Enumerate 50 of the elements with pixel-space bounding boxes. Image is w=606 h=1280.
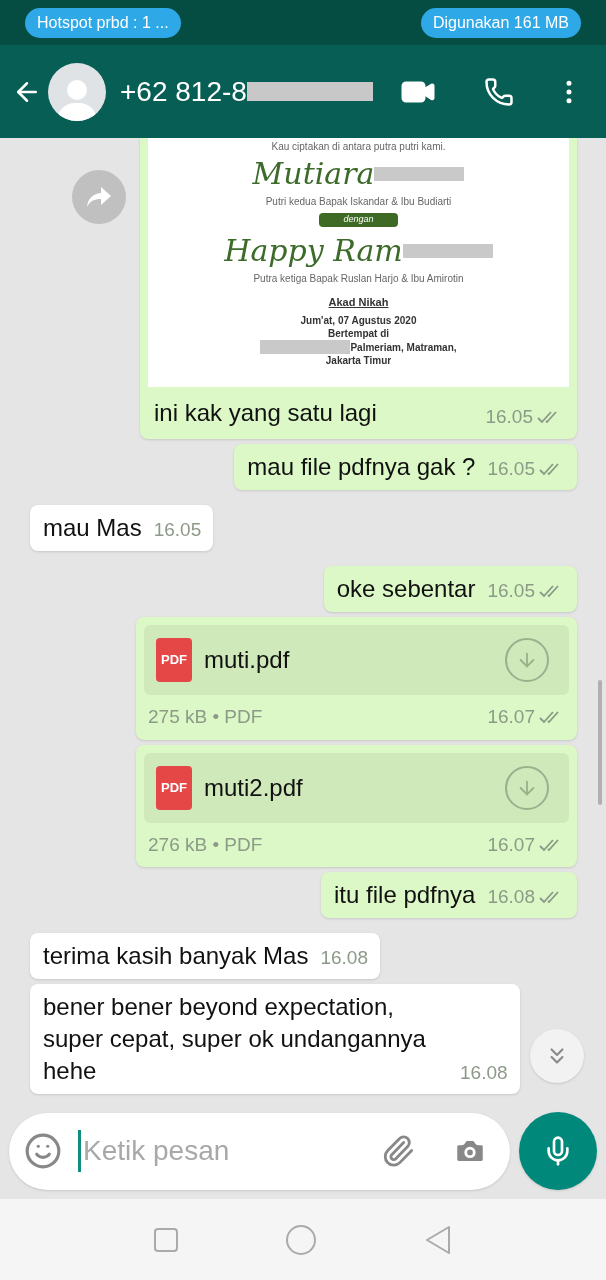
invitation-text: Jum'at, 07 Agustus 2020 — [300, 314, 417, 327]
emoji-icon[interactable] — [24, 1132, 62, 1170]
data-usage-pill: Digunakan 161 MB — [420, 7, 581, 38]
message-time: 16.08 — [320, 945, 368, 970]
message-text: bener bener beyond expectation, super cepat, super ok undangannya hehe — [43, 992, 427, 1086]
message-time: 16.07 — [487, 832, 535, 857]
invitation-text: Mutiara — [252, 155, 375, 193]
avatar[interactable] — [48, 62, 106, 121]
invitation-text: Putra ketiga Bapak Ruslan Harjo & Ibu Amirotin — [253, 271, 464, 286]
invitation-text: Kau ciptakan di antara putra putri kami. — [271, 140, 446, 154]
message-field[interactable]: Ketik pesan — [78, 1130, 381, 1172]
message-time: 16.05 — [487, 578, 535, 603]
file-info: 276 kB • PDF — [148, 832, 263, 857]
download-button[interactable] — [505, 765, 549, 810]
home-button[interactable] — [286, 1224, 316, 1255]
invitation-text: Putri kedua Bapak Iskandar & Ibu Budiarti — [265, 195, 452, 209]
message-time: 16.05 — [485, 404, 533, 429]
message-text: oke sebentar — [336, 574, 476, 604]
forward-button[interactable] — [72, 170, 126, 224]
invitation-text: Akad Nikah — [328, 294, 389, 310]
message-text: mau Mas — [43, 513, 142, 543]
message-time: 16.05 — [153, 517, 202, 542]
file-name: muti2.pdf — [204, 772, 304, 803]
invitation-text: Bertempat di — [327, 327, 390, 340]
message-time: 16.08 — [487, 884, 535, 909]
message-text: mau file pdfnya gak ? — [247, 452, 476, 482]
invitation-text: Palmeriam, Matraman, — [350, 340, 457, 354]
invitation-text: Happy Ram — [224, 231, 403, 270]
back-button[interactable] — [424, 1224, 452, 1255]
file-name: muti.pdf — [204, 645, 291, 675]
scroll-down-button[interactable] — [530, 1029, 584, 1083]
attach-icon[interactable] — [381, 1134, 415, 1168]
message-time: 16.08 — [460, 1060, 508, 1085]
message-input[interactable]: Ketik pesan — [9, 1112, 510, 1190]
message-text: itu file pdfnya — [334, 880, 476, 910]
download-button[interactable] — [505, 638, 549, 682]
share-arrow-icon — [86, 186, 112, 208]
recents-button[interactable] — [154, 1227, 178, 1252]
message-text: terima kasih banyak Mas — [43, 941, 309, 971]
message-time: 16.05 — [487, 456, 535, 481]
pdf-file-icon: PDF — [156, 638, 192, 682]
file-info: 275 kB • PDF — [148, 705, 263, 729]
phone-icon[interactable] — [484, 76, 514, 107]
contact-name[interactable]: +62 812-8 — [120, 70, 247, 113]
message-text: ini kak yang satu lagi — [154, 398, 377, 428]
pdf-file-icon: PDF — [156, 765, 192, 810]
hotspot-pill: Hotspot prbd : 1 ... — [25, 7, 181, 38]
invitation-text: Jakarta Timur — [325, 354, 392, 367]
invitation-text: dengan — [319, 213, 398, 227]
message-time: 16.07 — [487, 705, 535, 729]
